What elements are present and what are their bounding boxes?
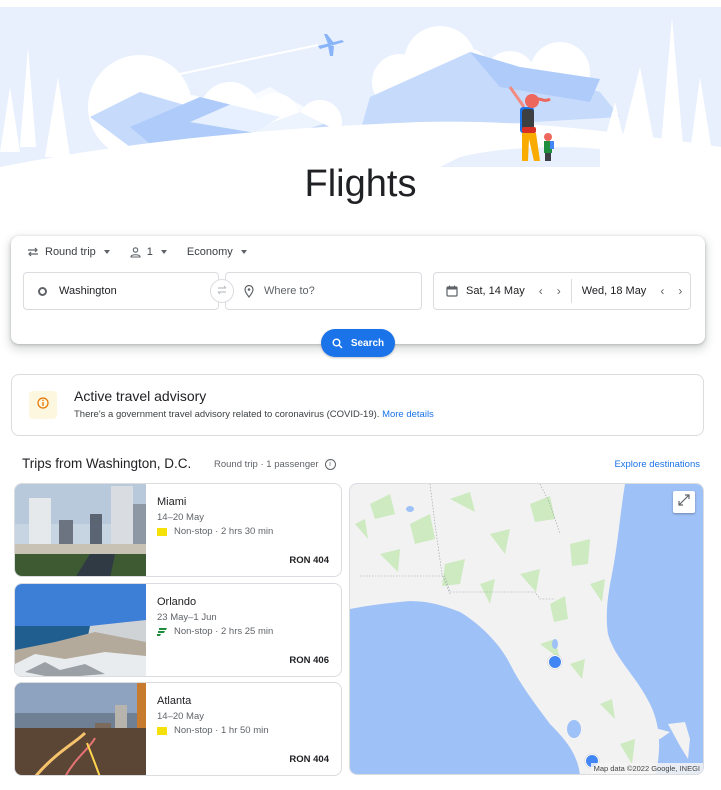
passengers-count: 1	[146, 246, 153, 258]
page-title: Flights	[304, 163, 417, 205]
trip-price: RON 404	[289, 555, 329, 566]
round-trip-icon	[27, 247, 39, 257]
trip-card-orlando[interactable]: Orlando 23 May–1 Jun Non-stop · 2 hrs 25…	[14, 583, 342, 677]
explore-destinations-link[interactable]: Explore destinations	[614, 459, 700, 470]
chevron-right-icon[interactable]: ›	[557, 284, 561, 298]
trip-dates: 23 May–1 Jun	[157, 612, 217, 623]
trip-type-select[interactable]: Round trip	[27, 246, 110, 258]
swap-icon	[216, 282, 228, 300]
trips-subtitle-row: Round trip · 1 passenger i	[214, 459, 336, 470]
trips-title: Trips from Washington, D.C.	[22, 456, 192, 471]
trip-price: RON 404	[289, 754, 329, 765]
map-attribution: Map data ©2022 Google, INEGI	[590, 763, 703, 774]
expand-map-button[interactable]	[673, 491, 695, 513]
trip-flight-info: Non-stop · 2 hrs 30 min	[157, 526, 273, 537]
return-date: Wed, 18 May	[581, 285, 647, 297]
atlanta-photo	[15, 683, 146, 775]
chevron-down-icon	[103, 250, 110, 254]
trip-type-label: Round trip	[45, 246, 96, 258]
date-range-picker: Sat, 14 May ‹ › Wed, 18 May ‹ ›	[433, 272, 691, 310]
trip-flight-details: Non-stop · 2 hrs 25 min	[174, 626, 274, 637]
airline-logo-icon	[157, 527, 167, 536]
origin-circle-icon	[38, 286, 47, 296]
search-button-label: Search	[350, 337, 385, 349]
airline-logo-icon	[157, 726, 167, 735]
cabin-class-select[interactable]: Economy	[187, 246, 247, 258]
search-icon	[332, 338, 343, 349]
map-canvas	[350, 484, 703, 774]
trip-card-miami[interactable]: Miami 14–20 May Non-stop · 2 hrs 30 min …	[14, 483, 342, 577]
trip-dates: 14–20 May	[157, 512, 205, 523]
advisory-icon-container	[29, 391, 57, 419]
person-icon	[130, 246, 141, 258]
date-divider	[570, 279, 572, 303]
trips-header: Trips from Washington, D.C. Round trip ·…	[22, 456, 700, 474]
return-date-field[interactable]: Wed, 18 May ‹ ›	[582, 273, 683, 309]
more-details-link[interactable]: More details	[382, 409, 434, 420]
calendar-icon	[446, 285, 458, 297]
trips-subtitle: Round trip · 1 passenger	[214, 459, 319, 470]
advisory-text: There's a government travel advisory rel…	[74, 409, 380, 420]
origin-value: Washington	[59, 285, 117, 297]
advisory-title: Active travel advisory	[74, 388, 207, 404]
chevron-down-icon	[240, 250, 247, 254]
chevron-left-icon[interactable]: ‹	[660, 284, 664, 298]
expand-icon	[678, 493, 690, 511]
chevron-right-icon[interactable]: ›	[678, 284, 682, 298]
trip-price: RON 406	[289, 655, 329, 666]
destination-placeholder: Where to?	[264, 285, 315, 297]
location-pin-icon	[244, 284, 254, 298]
origin-input[interactable]: Washington	[23, 272, 219, 310]
search-button[interactable]: Search	[321, 329, 395, 357]
trip-flight-details: Non-stop · 2 hrs 30 min	[174, 526, 274, 537]
chevron-left-icon[interactable]: ‹	[539, 284, 543, 298]
passengers-select[interactable]: 1	[130, 246, 167, 258]
trip-flight-info: Non-stop · 2 hrs 25 min	[157, 626, 273, 637]
info-icon	[37, 396, 49, 414]
info-icon[interactable]: i	[324, 459, 336, 470]
travel-advisory-banner: Active travel advisory There's a governm…	[11, 374, 704, 436]
orlando-photo	[15, 584, 146, 676]
destinations-map[interactable]: Map data ©2022 Google, INEGI	[349, 483, 704, 775]
advisory-text-row: There's a government travel advisory rel…	[74, 409, 434, 420]
flight-search-form: Round trip 1 Economy Washington Where to…	[11, 236, 705, 344]
trip-flight-info: Non-stop · 1 hr 50 min	[157, 725, 269, 736]
airline-logo-icon	[157, 627, 167, 636]
destination-input[interactable]: Where to?	[225, 272, 422, 310]
map-pin-orlando[interactable]	[548, 655, 562, 669]
trip-card-atlanta[interactable]: Atlanta 14–20 May Non-stop · 1 hr 50 min…	[14, 682, 342, 776]
trip-flight-details: Non-stop · 1 hr 50 min	[174, 725, 269, 736]
swap-locations-button[interactable]	[210, 279, 234, 303]
search-options: Round trip 1 Economy	[27, 246, 267, 258]
chevron-down-icon	[160, 250, 167, 254]
departure-date: Sat, 14 May	[466, 285, 525, 297]
trip-city: Atlanta	[157, 695, 192, 707]
trip-city: Miami	[157, 496, 187, 508]
cabin-class-label: Economy	[186, 246, 233, 258]
departure-date-field[interactable]: Sat, 14 May ‹ ›	[434, 273, 561, 309]
hero-illustration	[0, 7, 721, 167]
miami-photo	[15, 484, 146, 576]
trip-dates: 14–20 May	[157, 711, 205, 722]
trip-city: Orlando	[157, 596, 197, 608]
